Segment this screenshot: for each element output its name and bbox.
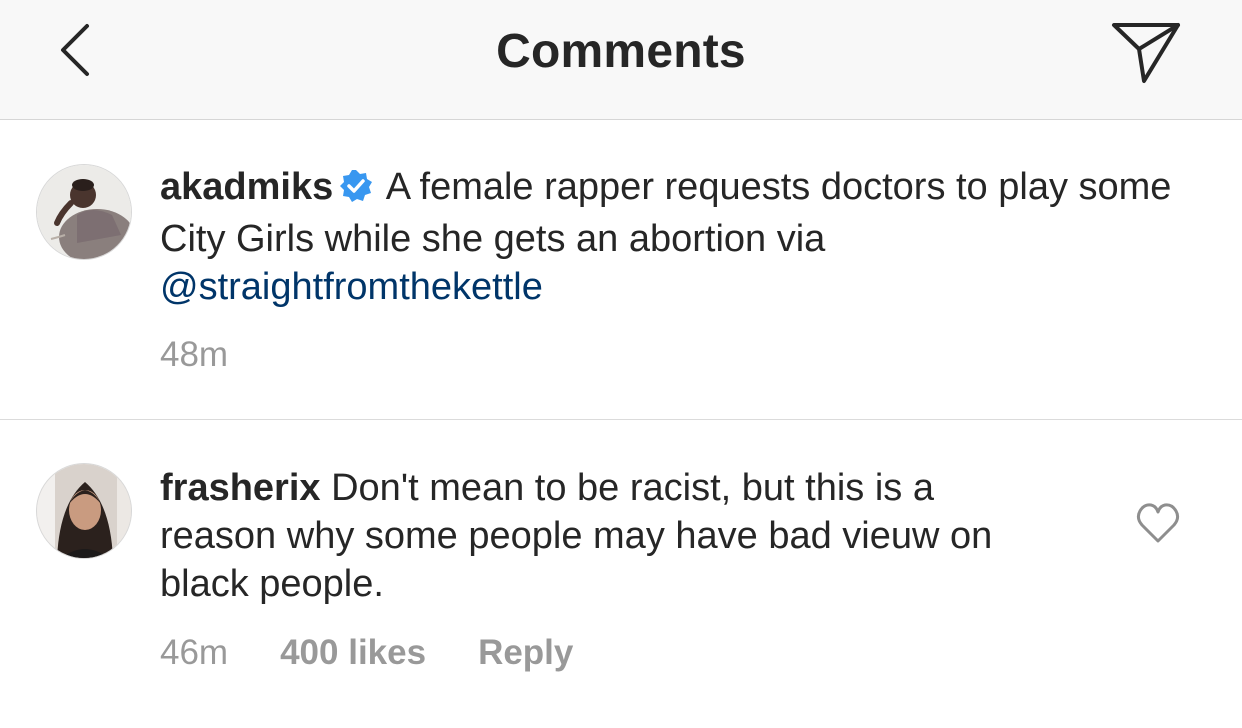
avatar-image [37,464,131,558]
comment-text-block: frasherix Don't mean to be racist, but t… [160,464,1060,608]
caption-username[interactable]: akadmiks [160,166,333,208]
caption-meta: 48m [160,335,228,375]
likes-count[interactable]: 400 likes [280,633,426,673]
avatar[interactable] [36,164,132,260]
comment-row: frasherix Don't mean to be racist, but t… [0,421,1242,728]
caption-row: akadmiks A female rapper requests doctor… [0,121,1242,420]
page-title: Comments [496,25,746,78]
mention-link[interactable]: @straightfromthekettle [160,266,543,308]
share-button[interactable] [1106,16,1186,88]
avatar[interactable] [36,463,132,559]
paper-plane-icon [1112,23,1180,83]
avatar-image [37,165,131,259]
heart-outline-icon [1136,503,1180,543]
reply-button[interactable]: Reply [478,633,573,673]
comment-timestamp: 46m [160,633,229,672]
like-button[interactable] [1134,501,1182,545]
nav-header: Comments [0,0,1242,120]
comment-meta: 46m 400 likes Reply [160,633,573,673]
caption-text-block: akadmiks A female rapper requests doctor… [160,163,1210,311]
caption-timestamp: 48m [160,335,229,374]
verified-badge-icon [339,167,373,215]
comment-username[interactable]: frasherix [160,467,321,509]
